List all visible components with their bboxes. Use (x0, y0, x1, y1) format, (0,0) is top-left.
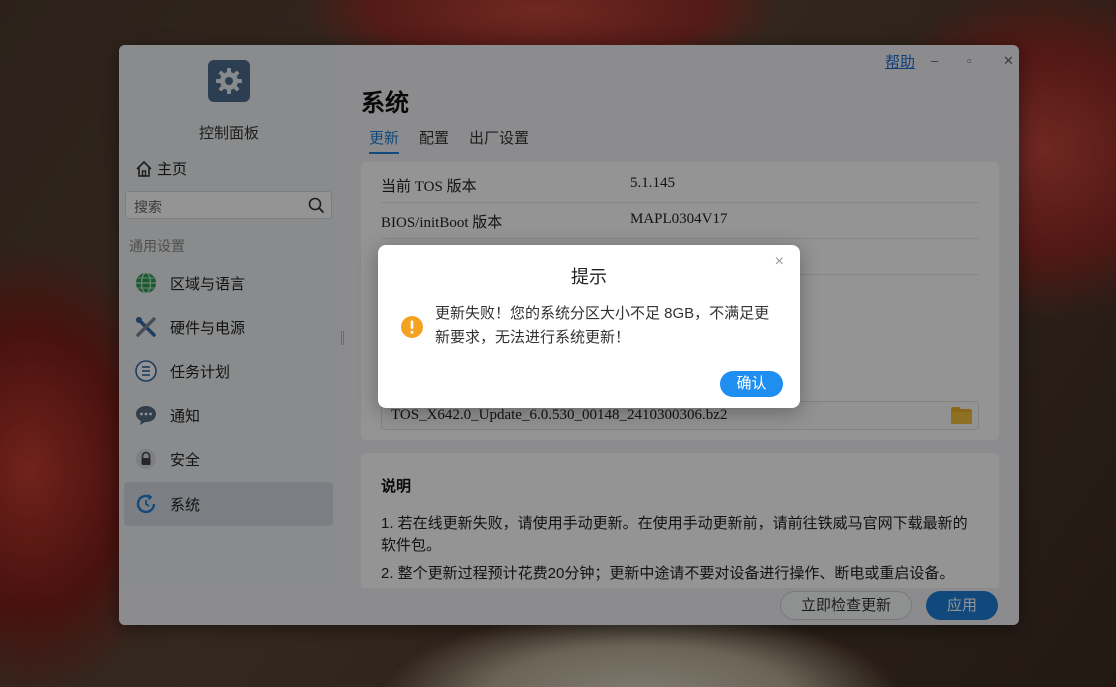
warning-icon (401, 316, 423, 338)
alert-dialog: 提示 × 更新失败！您的系统分区大小不足 8GB，不满足更新要求，无法进行系统更… (378, 245, 800, 408)
dialog-message: 更新失败！您的系统分区大小不足 8GB，不满足更新要求，无法进行系统更新！ (435, 305, 770, 346)
confirm-button[interactable]: 确认 (720, 371, 783, 397)
dialog-title: 提示 (571, 267, 607, 287)
dialog-close-button[interactable]: × (775, 253, 784, 271)
